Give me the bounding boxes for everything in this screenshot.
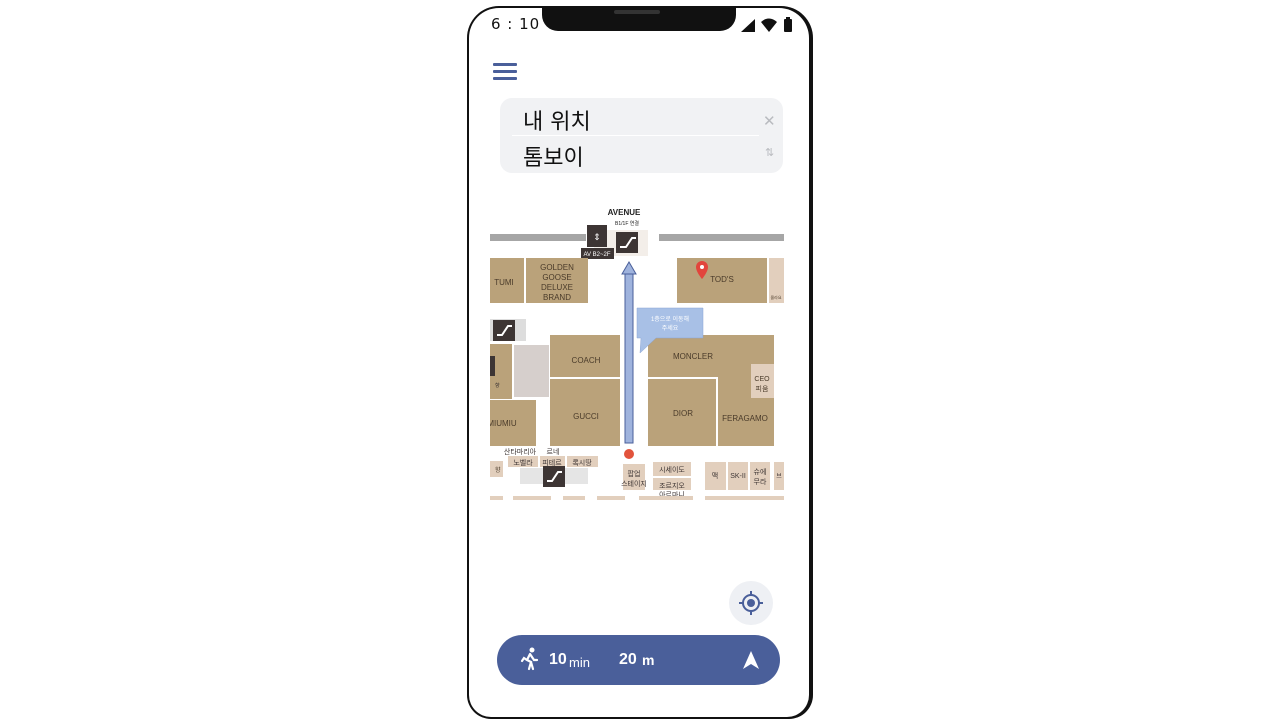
store-popup-label-2: 스테이지: [621, 479, 647, 488]
phone-notch: [542, 8, 736, 31]
bottom-strip-4: [597, 496, 625, 500]
store-uemura-label-2: 무라: [754, 477, 767, 486]
store-golden-goose-label-2: GOOSE: [542, 273, 571, 282]
status-time: 6 : 10: [491, 15, 541, 33]
bottom-strip-3: [563, 496, 585, 500]
store-row-left-6-label: 향: [495, 466, 501, 474]
walking-icon: [520, 647, 539, 671]
store-edge-label: 브: [776, 473, 782, 480]
store-left-mid-label: 향: [495, 382, 500, 389]
status-icons: [741, 17, 792, 32]
navigation-arrow-icon[interactable]: [742, 650, 760, 670]
escalator-icon: [543, 466, 565, 487]
store-jo-malone-label: 조르지오: [659, 481, 685, 490]
route-path: [621, 261, 637, 444]
store-moncler-label: MONCLER: [673, 352, 713, 361]
route-search-box: 내 위치 ✕ 톰보이 ⇅: [500, 98, 783, 173]
corridor-right: [659, 234, 784, 241]
store-dior-label: DIOR: [673, 409, 693, 418]
distance-value: 20: [619, 651, 637, 668]
store-side-small-label: 몰라요: [770, 294, 781, 300]
walk-time-value: 10: [549, 651, 567, 668]
indoor-map[interactable]: AVENUE B1/1F 연결 ⇕ AV B2~2F TUMI GOLDEN G…: [490, 204, 784, 500]
route-summary-bar[interactable]: 10 min 20 m: [497, 635, 780, 685]
store-row-left-5-label: 록시땅: [572, 458, 592, 467]
svg-text:⇕: ⇕: [593, 232, 601, 242]
store-golden-goose-label-4: BRAND: [543, 293, 571, 302]
my-location-button[interactable]: [729, 581, 773, 625]
map-top-label: AVENUE: [608, 208, 641, 217]
bottom-strip-1: [490, 496, 503, 500]
destination-field[interactable]: 톰보이: [523, 140, 584, 172]
store-tods-label: TOD'S: [710, 275, 734, 284]
store-ceo-label-1: CEO: [754, 376, 770, 383]
store-uemura-label-1: 슈에: [754, 467, 767, 476]
store-feragamo-label: FERAGAMO: [722, 414, 768, 423]
hamburger-menu-icon[interactable]: [493, 63, 517, 81]
distance-unit: m: [642, 652, 655, 668]
store-sk2-label: SK-II: [730, 473, 746, 480]
store-row-left-1-label: 산타마리아: [504, 447, 537, 456]
crosshair-icon: [739, 591, 763, 615]
store-coach-label: COACH: [572, 356, 601, 365]
corridor-left: [490, 234, 586, 241]
phone-screen: 6 : 10 내 위치 ✕ 톰보이 ⇅ AVENUE B1/1F 연결 ⇕ AV: [469, 8, 809, 717]
origin-field[interactable]: 내 위치: [523, 104, 591, 136]
elevator-label: AV B2~2F: [583, 252, 610, 258]
store-row-left-2-label: 노벨라: [513, 458, 533, 467]
tooltip-line-2: 주세요: [662, 324, 679, 332]
speaker-grille: [614, 10, 660, 14]
battery-icon: [784, 17, 792, 32]
current-location-dot: [624, 449, 634, 459]
store-mac-label: 맥: [712, 471, 718, 480]
swap-icon[interactable]: ⇅: [765, 146, 774, 159]
map-connect-label: B1/1F 연결: [615, 220, 639, 227]
tooltip-line-1: 1층으로 이동해: [651, 315, 689, 323]
escalator-icon: [493, 320, 515, 341]
store-left-black-mark: [490, 356, 495, 376]
store-row-left-4-label: 피테르: [542, 458, 562, 467]
store-popup-label-1: 팝업: [628, 469, 641, 478]
store-tumi-label: TUMI: [494, 278, 514, 287]
store-gucci-label: GUCCI: [573, 412, 599, 421]
escalator-icon: [616, 232, 638, 253]
store-golden-goose-label-3: DELUXE: [541, 283, 573, 292]
store-golden-goose-label-1: GOLDEN: [540, 263, 574, 272]
store-shiseido-label: 시세이도: [659, 465, 685, 474]
bottom-strip-6: [705, 496, 784, 500]
wifi-icon: [761, 18, 777, 32]
signal-icon: [741, 19, 755, 32]
store-miumiu-label: MIUMIU: [490, 419, 517, 428]
elevator-icon: ⇕: [587, 225, 607, 247]
bottom-strip-5: [639, 496, 693, 500]
field-divider: [512, 135, 759, 136]
store-ceo-label-2: 피움: [756, 384, 769, 393]
walk-time-unit: min: [569, 655, 590, 670]
bottom-strip-2: [513, 496, 551, 500]
store-gray-block: [514, 345, 549, 397]
close-icon[interactable]: ✕: [763, 112, 776, 130]
store-row-left-3-label: 르네: [547, 447, 560, 456]
